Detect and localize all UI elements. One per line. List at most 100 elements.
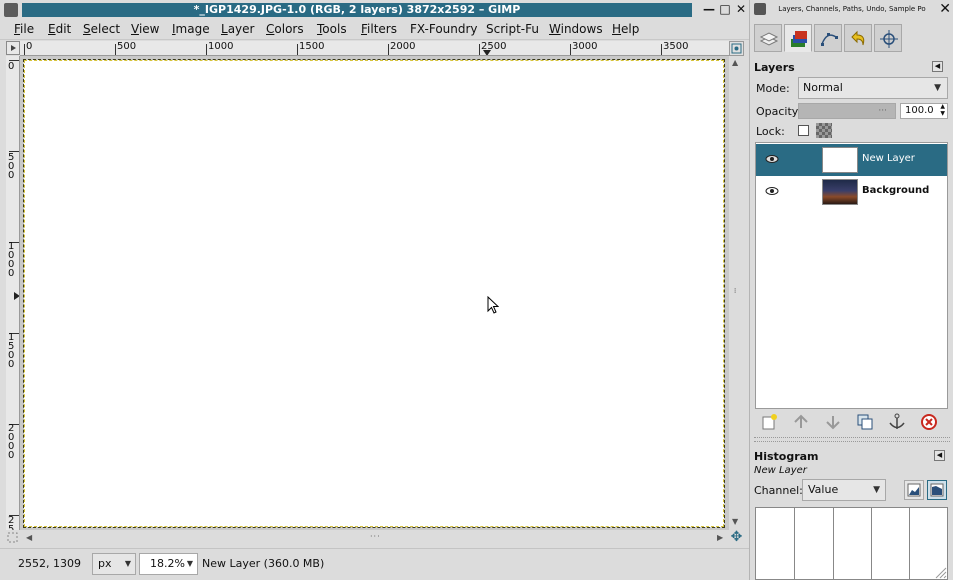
tab-sample-points[interactable] bbox=[874, 24, 902, 52]
layer-thumbnail bbox=[822, 147, 858, 173]
menu-help-label: elp bbox=[621, 22, 640, 36]
close-button[interactable]: ✕ bbox=[734, 2, 748, 16]
new-layer-button[interactable] bbox=[759, 412, 779, 432]
menu-image[interactable]: Image bbox=[172, 22, 210, 37]
canvas-area[interactable] bbox=[20, 56, 729, 530]
scroll-down-icon[interactable]: ▼ bbox=[732, 517, 738, 527]
lower-layer-button[interactable] bbox=[823, 412, 843, 432]
tab-undo[interactable] bbox=[844, 24, 872, 52]
quick-mask-toggle[interactable] bbox=[6, 530, 20, 545]
scroll-right-icon[interactable]: ▶ bbox=[717, 533, 723, 543]
menu-help[interactable]: Help bbox=[612, 22, 639, 37]
histogram-gridline bbox=[909, 508, 910, 579]
mode-label: Mode: bbox=[756, 82, 790, 95]
scroll-left-icon[interactable]: ◀ bbox=[26, 533, 32, 543]
vertical-ruler[interactable]: 0 500 1000 1500 2000 25 bbox=[6, 56, 20, 530]
v-ruler-label: 25 bbox=[8, 515, 15, 531]
layer-row-new-layer[interactable]: New Layer bbox=[756, 144, 947, 176]
scroll-grip-icon[interactable]: ⁞ bbox=[734, 288, 736, 295]
paths-tab-icon bbox=[821, 33, 838, 46]
menu-filters-label: ilters bbox=[367, 22, 397, 36]
menu-view-mnemonic: V bbox=[131, 22, 139, 36]
duplicate-icon bbox=[857, 414, 873, 430]
opacity-spinbutton[interactable]: 100.0 ▲ ▼ bbox=[900, 103, 948, 119]
menu-view[interactable]: View bbox=[131, 22, 159, 37]
chevron-down-icon: ▼ bbox=[124, 559, 131, 568]
eye-icon[interactable] bbox=[765, 154, 779, 164]
image-canvas[interactable] bbox=[23, 59, 725, 528]
histogram-panel-menu-button[interactable]: ◀ bbox=[934, 450, 945, 461]
h-major-tick bbox=[570, 44, 571, 55]
title-bar[interactable]: *_IGP1429.JPG-1.0 (RGB, 2 layers) 3872x2… bbox=[0, 0, 749, 20]
layer-row-background[interactable]: Background bbox=[756, 176, 947, 208]
unit-selector[interactable]: px ▼ bbox=[92, 553, 136, 575]
log-histogram-icon bbox=[930, 483, 944, 497]
tab-layers[interactable] bbox=[784, 24, 812, 52]
menu-filters[interactable]: Filters bbox=[361, 22, 397, 37]
dock-title-bar[interactable]: Layers, Channels, Paths, Undo, Sample Po… bbox=[750, 0, 953, 18]
navigate-image-button[interactable]: ✥ bbox=[729, 530, 744, 545]
gimp-app-icon[interactable] bbox=[4, 3, 18, 17]
h-major-tick bbox=[115, 44, 116, 55]
h-major-tick bbox=[24, 44, 25, 55]
tab-paths[interactable] bbox=[814, 24, 842, 52]
log-histogram-button[interactable] bbox=[927, 480, 947, 500]
lock-alpha-icon[interactable] bbox=[816, 123, 832, 138]
mouse-pointer-icon bbox=[487, 296, 499, 314]
status-bar: 2552, 1309 px ▼ 18.2% ▼ New Layer (360.0… bbox=[0, 548, 749, 580]
resize-grip-icon[interactable] bbox=[933, 565, 947, 579]
menu-edit-mnemonic: E bbox=[48, 22, 56, 36]
minimize-button[interactable]: — bbox=[702, 2, 716, 16]
menu-layer-label: ayer bbox=[227, 22, 255, 36]
lock-pixels-checkbox[interactable] bbox=[798, 125, 809, 136]
zoom-image-toggle-button[interactable] bbox=[729, 41, 744, 56]
menu-tools-label: ools bbox=[322, 22, 347, 36]
menu-tools[interactable]: Tools bbox=[317, 22, 347, 37]
eye-icon[interactable] bbox=[765, 186, 779, 196]
histogram-gridline bbox=[833, 508, 834, 579]
menu-fx-foundry[interactable]: FX-Foundry bbox=[410, 22, 478, 37]
menu-edit[interactable]: Edit bbox=[48, 22, 71, 37]
zoom-value: 18.2% bbox=[150, 557, 185, 570]
tab-device-status[interactable] bbox=[754, 24, 782, 52]
dock-close-button[interactable]: ✕ bbox=[939, 1, 951, 17]
histogram-view[interactable] bbox=[755, 507, 948, 580]
layer-name: New Layer bbox=[862, 153, 915, 164]
v-ruler-label: 0 bbox=[8, 61, 15, 72]
menu-select[interactable]: Select bbox=[83, 22, 120, 37]
horizontal-ruler[interactable]: 0 500 1000 1500 2000 2500 3000 3500 bbox=[20, 41, 729, 56]
scroll-up-icon[interactable]: ▲ bbox=[732, 58, 738, 68]
delete-layer-button[interactable] bbox=[919, 412, 939, 432]
mode-dropdown[interactable]: Normal ▼ bbox=[798, 77, 948, 99]
anchor-layer-button[interactable] bbox=[887, 412, 907, 432]
menu-colors[interactable]: Colors bbox=[266, 22, 304, 37]
spin-arrows-icon[interactable]: ▲ ▼ bbox=[940, 103, 945, 117]
horizontal-scrollbar[interactable]: ◀ ··· ▶ bbox=[20, 530, 729, 545]
menu-file[interactable]: File bbox=[14, 22, 34, 37]
vertical-scrollbar[interactable]: ▲ ⁞ ▼ bbox=[729, 56, 744, 530]
ruler-menu-button[interactable] bbox=[6, 41, 20, 55]
menu-windows[interactable]: Windows bbox=[549, 22, 603, 37]
layers-list[interactable]: New Layer Background bbox=[755, 142, 948, 409]
menu-script-fu[interactable]: Script-Fu bbox=[486, 22, 539, 37]
channel-dropdown[interactable]: Value ▼ bbox=[802, 479, 886, 501]
chevron-down-icon: ▼ bbox=[873, 485, 880, 495]
scroll-grip-icon[interactable]: ··· bbox=[370, 532, 381, 542]
linear-histogram-button[interactable] bbox=[904, 480, 924, 500]
v-ruler-label: 1000 bbox=[8, 241, 15, 279]
slider-grip-icon: ··· bbox=[878, 106, 887, 116]
status-message: New Layer (360.0 MB) bbox=[202, 557, 325, 570]
opacity-slider[interactable]: ··· bbox=[798, 103, 896, 119]
layers-panel-menu-button[interactable]: ◀ bbox=[932, 61, 943, 72]
v-ruler-label: 1500 bbox=[8, 332, 15, 370]
panel-separator[interactable] bbox=[754, 437, 950, 442]
menu-layer[interactable]: Layer bbox=[221, 22, 254, 37]
zoom-selector[interactable]: 18.2% ▼ bbox=[139, 553, 198, 575]
v-ruler-label: 2000 bbox=[8, 423, 15, 461]
raise-layer-button[interactable] bbox=[791, 412, 811, 432]
h-ruler-label: 0 bbox=[26, 41, 33, 52]
duplicate-layer-button[interactable] bbox=[855, 412, 875, 432]
channel-label: Channel: bbox=[754, 484, 803, 497]
maximize-button[interactable]: □ bbox=[718, 2, 732, 16]
menu-select-label: elect bbox=[90, 22, 121, 36]
